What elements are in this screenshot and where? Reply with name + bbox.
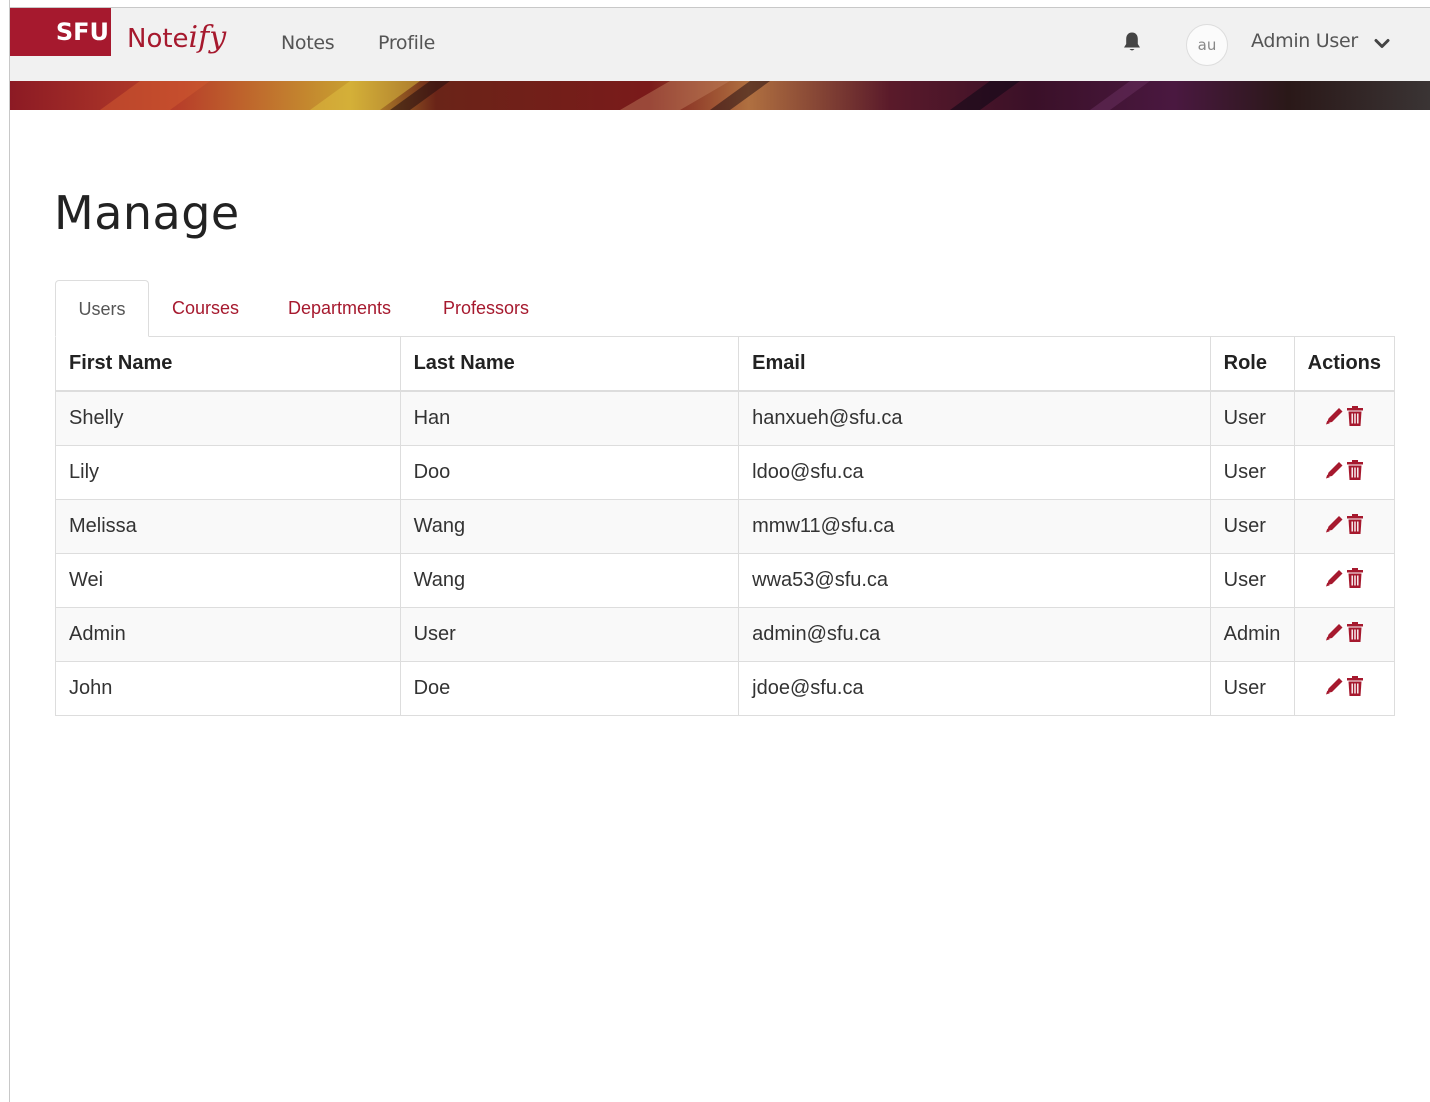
cell-email: hanxueh@sfu.ca xyxy=(738,390,1211,446)
cell-first-name: Shelly xyxy=(55,390,401,446)
cell-role: User xyxy=(1209,445,1295,500)
pencil-icon[interactable] xyxy=(1324,406,1346,432)
cell-last-name: Wang xyxy=(399,499,740,554)
sfu-logo-text: SFU xyxy=(55,18,109,46)
cell-email: jdoe@sfu.ca xyxy=(738,661,1211,716)
cell-email: admin@sfu.ca xyxy=(738,607,1211,662)
user-menu-name[interactable]: Admin User xyxy=(1251,30,1358,52)
trash-icon[interactable] xyxy=(1346,675,1364,703)
trash-icon[interactable] xyxy=(1346,567,1364,595)
bell-icon[interactable] xyxy=(1122,31,1142,53)
cell-actions xyxy=(1293,661,1396,716)
cell-last-name: Doo xyxy=(399,445,740,500)
column-header-first-name: First Name xyxy=(55,336,401,392)
pencil-icon[interactable] xyxy=(1324,568,1346,594)
chevron-down-icon[interactable] xyxy=(1374,37,1390,49)
cell-email: ldoo@sfu.ca xyxy=(738,445,1211,500)
trash-icon[interactable] xyxy=(1346,621,1364,649)
cell-first-name: John xyxy=(55,661,401,716)
table-body: Shelly Han hanxueh@sfu.ca User Lily Doo ldoo@s… xyxy=(55,390,1396,716)
notify-logo-text: Note xyxy=(127,24,189,54)
trash-icon[interactable] xyxy=(1346,513,1364,541)
cell-last-name: User xyxy=(399,607,740,662)
nav-link-notes[interactable]: Notes xyxy=(281,32,335,54)
cell-last-name: Doe xyxy=(399,661,740,716)
tab-courses[interactable]: Courses xyxy=(172,280,239,335)
trash-icon[interactable] xyxy=(1346,405,1364,433)
table-row: Lily Doo ldoo@sfu.ca User xyxy=(55,445,1396,500)
column-header-actions: Actions xyxy=(1293,336,1396,392)
pencil-icon[interactable] xyxy=(1324,514,1346,540)
table-row: Shelly Han hanxueh@sfu.ca User xyxy=(55,390,1396,446)
tab-professors[interactable]: Professors xyxy=(443,280,529,335)
column-header-email: Email xyxy=(738,336,1211,392)
cell-first-name: Lily xyxy=(55,445,401,500)
tab-users[interactable]: Users xyxy=(55,280,149,337)
window-border-left xyxy=(9,0,10,1102)
nav-link-profile[interactable]: Profile xyxy=(378,32,435,54)
table-row: Melissa Wang mmw11@sfu.ca User xyxy=(55,499,1396,554)
cell-first-name: Melissa xyxy=(55,499,401,554)
tab-departments[interactable]: Departments xyxy=(288,280,391,335)
cell-role: User xyxy=(1209,499,1295,554)
cell-actions xyxy=(1293,445,1396,500)
notify-logo[interactable]: Noteify xyxy=(127,18,226,58)
cell-role: User xyxy=(1209,553,1295,608)
table-row: Admin User admin@sfu.ca Admin xyxy=(55,607,1396,662)
sfu-logo[interactable]: SFU xyxy=(10,8,111,56)
avatar[interactable]: au xyxy=(1186,24,1228,66)
trash-icon[interactable] xyxy=(1346,459,1364,487)
cell-first-name: Wei xyxy=(55,553,401,608)
table-row: Wei Wang wwa53@sfu.ca User xyxy=(55,553,1396,608)
cell-role: User xyxy=(1209,390,1295,446)
cell-first-name: Admin xyxy=(55,607,401,662)
cell-last-name: Han xyxy=(399,390,740,446)
header-banner xyxy=(10,81,1430,110)
top-navbar: SFU Noteify Notes Profile au Admin User xyxy=(10,8,1430,81)
cell-role: Admin xyxy=(1209,607,1295,662)
cell-role: User xyxy=(1209,661,1295,716)
manage-tabs: Users Courses Departments Professors xyxy=(55,280,1395,337)
cell-actions xyxy=(1293,499,1396,554)
table-row: John Doe jdoe@sfu.ca User xyxy=(55,661,1396,716)
column-header-last-name: Last Name xyxy=(399,336,740,392)
notify-logo-script: ify xyxy=(188,20,227,55)
cell-actions xyxy=(1293,390,1396,446)
cell-last-name: Wang xyxy=(399,553,740,608)
pencil-icon[interactable] xyxy=(1324,622,1346,648)
cell-email: wwa53@sfu.ca xyxy=(738,553,1211,608)
page-title: Manage xyxy=(54,186,240,240)
column-header-role: Role xyxy=(1209,336,1295,392)
cell-actions xyxy=(1293,553,1396,608)
table-header-row: First Name Last Name Email Role Actions xyxy=(55,336,1396,392)
users-table: First Name Last Name Email Role Actions … xyxy=(55,336,1396,716)
pencil-icon[interactable] xyxy=(1324,676,1346,702)
cell-actions xyxy=(1293,607,1396,662)
pencil-icon[interactable] xyxy=(1324,460,1346,486)
cell-email: mmw11@sfu.ca xyxy=(738,499,1211,554)
